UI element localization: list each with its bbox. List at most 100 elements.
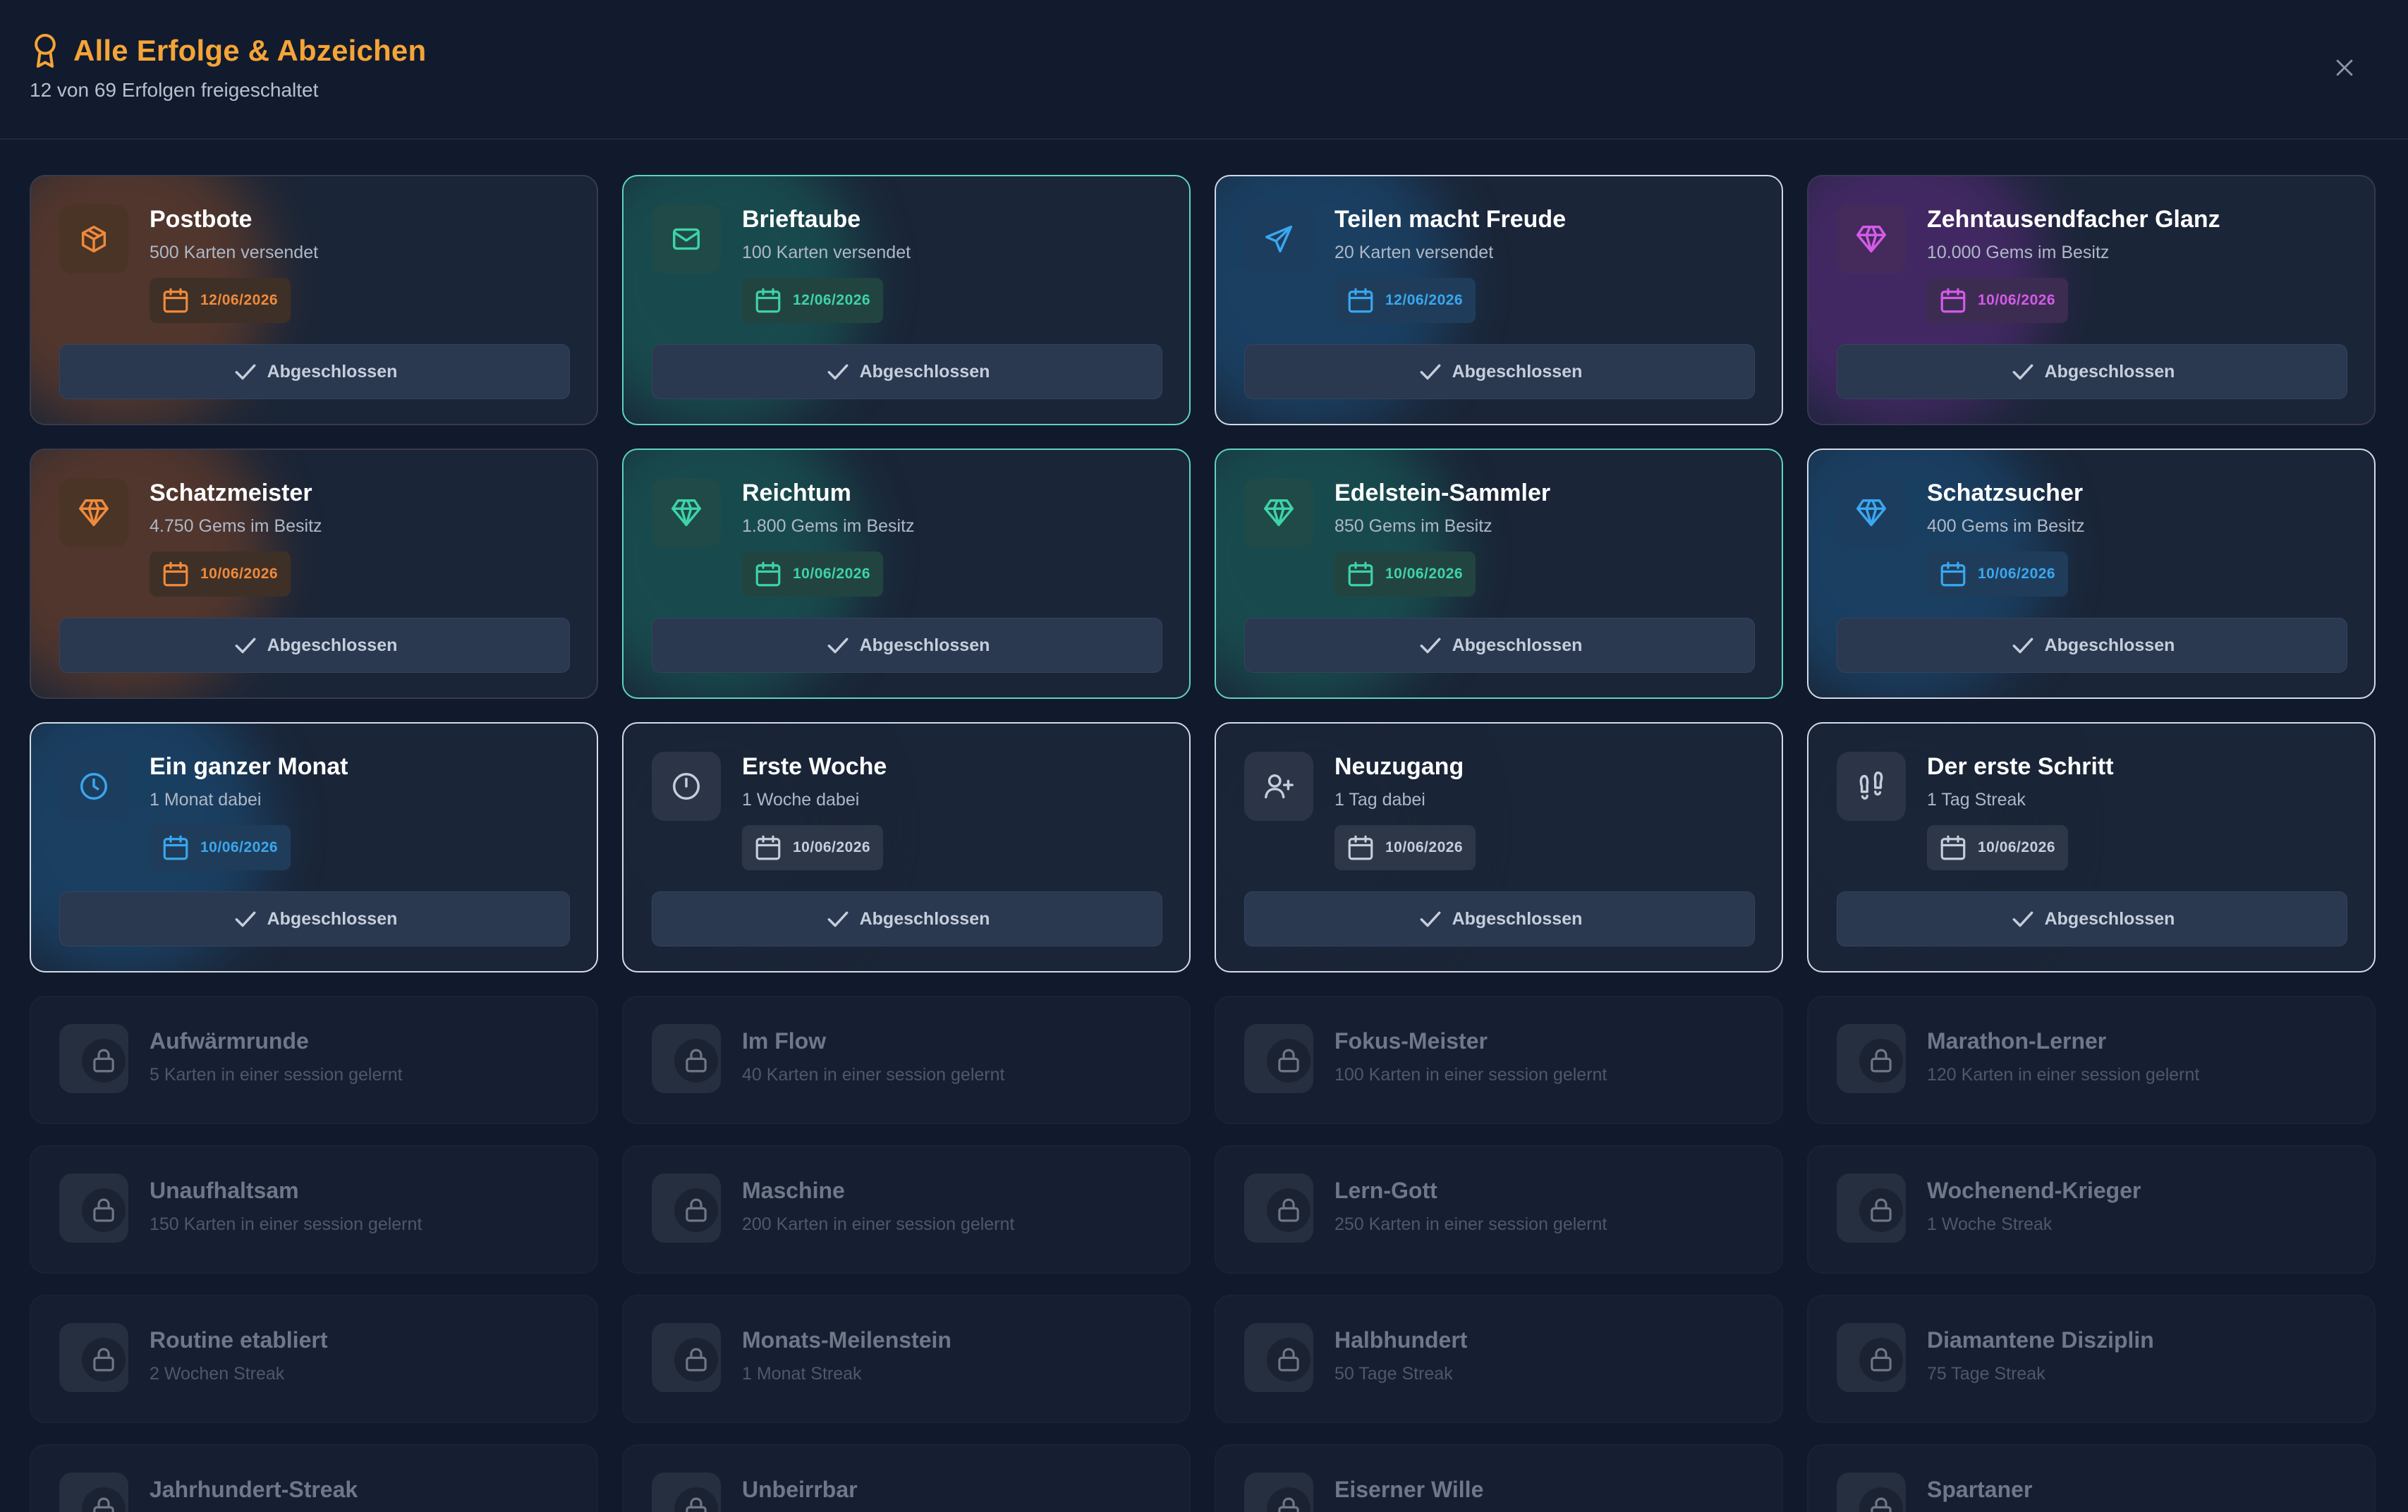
achievement-card[interactable]: Brieftaube 100 Karten versendet 12/06/2026…	[622, 175, 1191, 425]
check-icon	[235, 638, 256, 654]
lock-badge	[1267, 1338, 1311, 1382]
locked-achievement-title: Lern-Gott	[1334, 1178, 1437, 1203]
lock-badge	[674, 1039, 718, 1083]
locked-achievement-description: 75 Tage Streak	[1927, 1364, 2045, 1384]
completed-label: Abgeschlossen	[267, 908, 398, 929]
achievement-card[interactable]: Neuzugang 1 Tag dabei 10/06/2026 Abgeschlos…	[1215, 722, 1783, 973]
achievement-card[interactable]: Edelstein-Sammler 850 Gems im Besitz 10/06…	[1215, 449, 1783, 699]
calendar-icon	[1348, 288, 1373, 313]
achievement-description: 20 Karten versendet	[1334, 243, 1494, 262]
calendar-icon	[163, 561, 188, 587]
locked-achievement-card[interactable]: Jahrhundert-Streak	[30, 1444, 598, 1512]
locked-achievement-card[interactable]: Lern-Gott 250 Karten in einer session gel…	[1215, 1145, 1783, 1274]
achievement-description: 10.000 Gems im Besitz	[1927, 243, 2110, 262]
lock-icon	[1871, 1198, 1892, 1222]
achievement-card[interactable]: Teilen macht Freude 20 Karten versendet 12…	[1215, 175, 1783, 425]
locked-achievement-card[interactable]: Eiserner Wille	[1215, 1444, 1783, 1512]
lock-badge	[82, 1487, 126, 1512]
close-icon	[2336, 59, 2353, 76]
check-icon	[235, 364, 256, 380]
locked-achievement-card[interactable]: Fokus-Meister 100 Karten in einer session…	[1215, 996, 1783, 1124]
calendar-icon	[1940, 561, 1966, 587]
check-icon	[2012, 911, 2033, 927]
achievement-title: Ein ganzer Monat	[150, 753, 348, 780]
locked-achievement-title: Wochenend-Krieger	[1927, 1178, 2141, 1203]
locked-achievement-card[interactable]: Spartaner	[1807, 1444, 2376, 1512]
achievement-card[interactable]: Schatzmeister 4.750 Gems im Besitz 10/06/2…	[30, 449, 598, 699]
achievement-title: Reichtum	[742, 480, 851, 506]
locked-achievement-title: Fokus-Meister	[1334, 1028, 1488, 1054]
achievement-icon-box	[652, 205, 721, 274]
locked-icon-box	[1244, 1473, 1313, 1512]
locked-achievement-description: 1 Monat Streak	[742, 1364, 862, 1384]
achievement-title: Neuzugang	[1334, 753, 1464, 780]
calendar-icon	[1940, 835, 1966, 860]
check-icon	[1420, 364, 1441, 380]
unlock-date-badge: 10/06/2026	[742, 825, 884, 870]
lock-icon	[93, 1497, 114, 1512]
unlock-date: 10/06/2026	[200, 839, 279, 855]
completed-label: Abgeschlossen	[2044, 635, 2175, 655]
lock-icon	[93, 1348, 114, 1372]
completed-status-bar: Abgeschlossen	[652, 344, 1162, 399]
check-icon	[2012, 638, 2033, 654]
close-button[interactable]	[2328, 51, 2361, 85]
gem-icon	[1856, 499, 1886, 526]
achievement-card[interactable]: Zehntausendfacher Glanz 10.000 Gems im Be…	[1807, 175, 2376, 425]
lock-badge	[1859, 1487, 1903, 1512]
locked-achievement-description: 150 Karten in einer session gelernt	[150, 1214, 422, 1234]
achievement-title: Erste Woche	[742, 753, 887, 780]
calendar-icon	[1348, 561, 1373, 587]
locked-icon-box	[1244, 1024, 1313, 1093]
achievement-card[interactable]: Reichtum 1.800 Gems im Besitz 10/06/2026 Ab…	[622, 449, 1191, 699]
locked-icon-box	[652, 1024, 721, 1093]
completed-label: Abgeschlossen	[267, 361, 398, 382]
achievement-title: Der erste Schritt	[1927, 753, 2114, 780]
completed-status-bar: Abgeschlossen	[1244, 618, 1755, 673]
locked-achievement-card[interactable]: Routine etabliert 2 Wochen Streak	[30, 1295, 598, 1423]
locked-achievement-card[interactable]: Maschine 200 Karten in einer session gele…	[622, 1145, 1191, 1274]
unlock-date-badge: 10/06/2026	[1927, 278, 2069, 323]
locked-achievement-card[interactable]: Halbhundert 50 Tage Streak	[1215, 1295, 1783, 1423]
lock-icon	[686, 1348, 707, 1372]
completed-status-bar: Abgeschlossen	[652, 618, 1162, 673]
lock-icon	[686, 1198, 707, 1222]
achievement-card[interactable]: Schatzsucher 400 Gems im Besitz 10/06/2026…	[1807, 449, 2376, 699]
locked-achievement-card[interactable]: Diamantene Disziplin 75 Tage Streak	[1807, 1295, 2376, 1423]
achievement-card[interactable]: Postbote 500 Karten versendet 12/06/2026 Ab…	[30, 175, 598, 425]
locked-achievement-card[interactable]: Wochenend-Krieger 1 Woche Streak	[1807, 1145, 2376, 1274]
locked-achievement-card[interactable]: Marathon-Lerner 120 Karten in einer sessi…	[1807, 996, 2376, 1124]
locked-achievement-title: Diamantene Disziplin	[1927, 1327, 2154, 1353]
lock-badge	[674, 1188, 718, 1232]
lock-icon	[1278, 1497, 1299, 1512]
user-plus-icon	[1265, 774, 1294, 799]
locked-achievement-card[interactable]: Monats-Meilenstein 1 Monat Streak	[622, 1295, 1191, 1423]
locked-achievement-card[interactable]: Unaufhaltsam 150 Karten in einer session …	[30, 1145, 598, 1274]
achievement-card[interactable]: Ein ganzer Monat 1 Monat dabei 10/06/2026 A…	[30, 722, 598, 973]
send-icon	[1265, 226, 1292, 252]
unlock-date-badge: 10/06/2026	[742, 551, 884, 597]
achievement-card[interactable]: Der erste Schritt 1 Tag Streak 10/06/2026 A…	[1807, 722, 2376, 973]
calendar-icon	[1940, 288, 1966, 313]
locked-achievement-card[interactable]: Unbeirrbar	[622, 1444, 1191, 1512]
completed-label: Abgeschlossen	[1452, 361, 1583, 382]
achievement-description: 1 Monat dabei	[150, 790, 262, 810]
achievement-card[interactable]: Erste Woche 1 Woche dabei 10/06/2026 Abgesc…	[622, 722, 1191, 973]
lock-icon	[686, 1497, 707, 1512]
unlock-date: 10/06/2026	[793, 839, 871, 855]
locked-achievement-title: Jahrhundert-Streak	[150, 1477, 358, 1502]
locked-achievement-description: 2 Wochen Streak	[150, 1364, 285, 1384]
locked-achievement-card[interactable]: Im Flow 40 Karten in einer session gelern…	[622, 996, 1191, 1124]
achievement-icon-box	[1244, 752, 1313, 821]
achievement-icon-box	[59, 478, 128, 547]
locked-achievement-title: Halbhundert	[1334, 1327, 1468, 1353]
locked-achievement-title: Routine etabliert	[150, 1327, 328, 1353]
unlock-date: 12/06/2026	[1385, 292, 1464, 308]
locked-achievement-card[interactable]: Aufwärmrunde 5 Karten in einer session ge…	[30, 996, 598, 1124]
lock-badge	[82, 1338, 126, 1382]
page-title: Alle Erfolge & Abzeichen	[73, 34, 427, 67]
unlock-date-badge: 12/06/2026	[150, 278, 291, 323]
completed-status-bar: Abgeschlossen	[1837, 891, 2347, 946]
lock-icon	[93, 1198, 114, 1222]
unlock-date: 12/06/2026	[793, 292, 871, 308]
